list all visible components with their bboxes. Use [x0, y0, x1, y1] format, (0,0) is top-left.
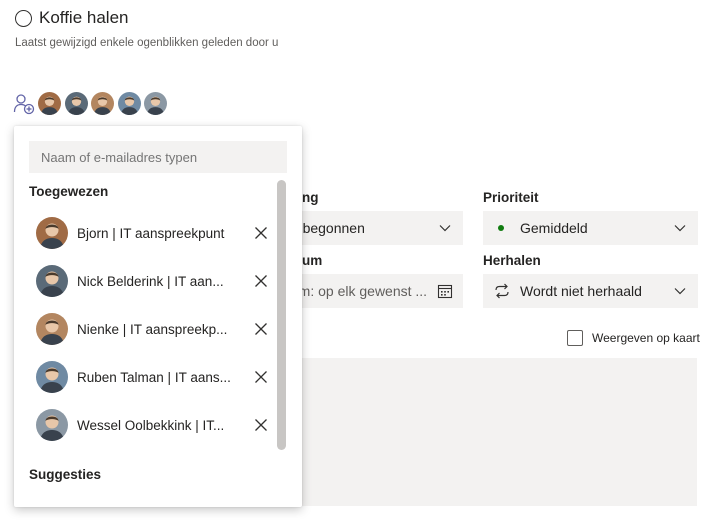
repeat-label: Herhalen [483, 253, 541, 268]
chevron-down-icon [674, 288, 686, 295]
person-name: Nick Belderink | IT aan... [77, 273, 224, 289]
task-header: Koffie halen [15, 8, 128, 28]
avatar [36, 313, 68, 345]
assignee-avatar[interactable] [38, 92, 61, 115]
repeat-dropdown[interactable]: Wordt niet herhaald [483, 274, 698, 308]
remove-person-icon[interactable] [254, 418, 268, 432]
avatar [36, 217, 68, 249]
priority-label: Prioriteit [483, 190, 539, 205]
assigned-section-title: Toegewezen [29, 184, 109, 199]
notes-area[interactable] [277, 358, 697, 506]
chevron-down-icon [439, 225, 451, 232]
remove-person-icon[interactable] [254, 274, 268, 288]
priority-value: Gemiddeld [520, 220, 588, 236]
progress-dropdown[interactable]: et begonnen [277, 211, 463, 245]
add-person-icon[interactable] [13, 93, 35, 115]
suggestions-section-title: Suggesties [29, 467, 102, 482]
assignee-avatar[interactable] [144, 92, 167, 115]
show-on-map-label: Weergeven op kaart [592, 331, 700, 345]
remove-person-icon[interactable] [254, 226, 268, 240]
remove-person-icon[interactable] [254, 322, 268, 336]
assigned-person-item[interactable]: Nick Belderink | IT aan... [36, 264, 268, 298]
priority-dropdown[interactable]: Gemiddeld [483, 211, 698, 245]
priority-dot-icon [498, 225, 504, 231]
avatar [36, 361, 68, 393]
assignee-avatar[interactable] [91, 92, 114, 115]
person-name: Bjorn | IT aanspreekpunt [77, 225, 225, 241]
assigned-person-item[interactable]: Wessel Oolbekkink | IT... [36, 408, 268, 442]
calendar-icon[interactable] [437, 283, 453, 299]
avatar [36, 265, 68, 297]
complete-task-circle-icon[interactable] [15, 9, 32, 27]
assignees-row [13, 92, 171, 115]
repeat-icon [495, 283, 509, 299]
person-name: Wessel Oolbekkink | IT... [77, 417, 225, 433]
due-date-value: tum: op elk gewenst ... [287, 283, 428, 299]
person-name: Ruben Talman | IT aans... [77, 369, 231, 385]
assignee-avatars [38, 92, 171, 115]
popup-scrollbar[interactable] [277, 180, 286, 450]
avatar [36, 409, 68, 441]
last-modified-text: Laatst gewijzigd enkele ogenblikken gele… [15, 37, 279, 49]
due-date-label: um [302, 253, 323, 268]
person-name: Nienke | IT aanspreekp... [77, 321, 228, 337]
show-on-map-toggle[interactable]: Weergeven op kaart [567, 330, 700, 346]
task-title[interactable]: Koffie halen [39, 8, 128, 28]
assigned-person-item[interactable]: Nienke | IT aanspreekp... [36, 312, 268, 346]
progress-label: ng [302, 190, 319, 205]
assign-popup: Toegewezen Bjorn | IT aanspreekpunt Nick … [14, 126, 302, 507]
remove-person-icon[interactable] [254, 370, 268, 384]
repeat-value: Wordt niet herhaald [520, 283, 642, 299]
assigned-person-item[interactable]: Ruben Talman | IT aans... [36, 360, 268, 394]
people-search-input[interactable] [29, 141, 287, 173]
show-on-map-checkbox[interactable] [567, 330, 583, 346]
assignee-avatar[interactable] [64, 92, 88, 115]
assigned-person-item[interactable]: Bjorn | IT aanspreekpunt [36, 216, 268, 250]
assignee-avatar[interactable] [117, 92, 141, 115]
due-date-field[interactable]: tum: op elk gewenst ... [277, 274, 463, 308]
chevron-down-icon [674, 225, 686, 232]
